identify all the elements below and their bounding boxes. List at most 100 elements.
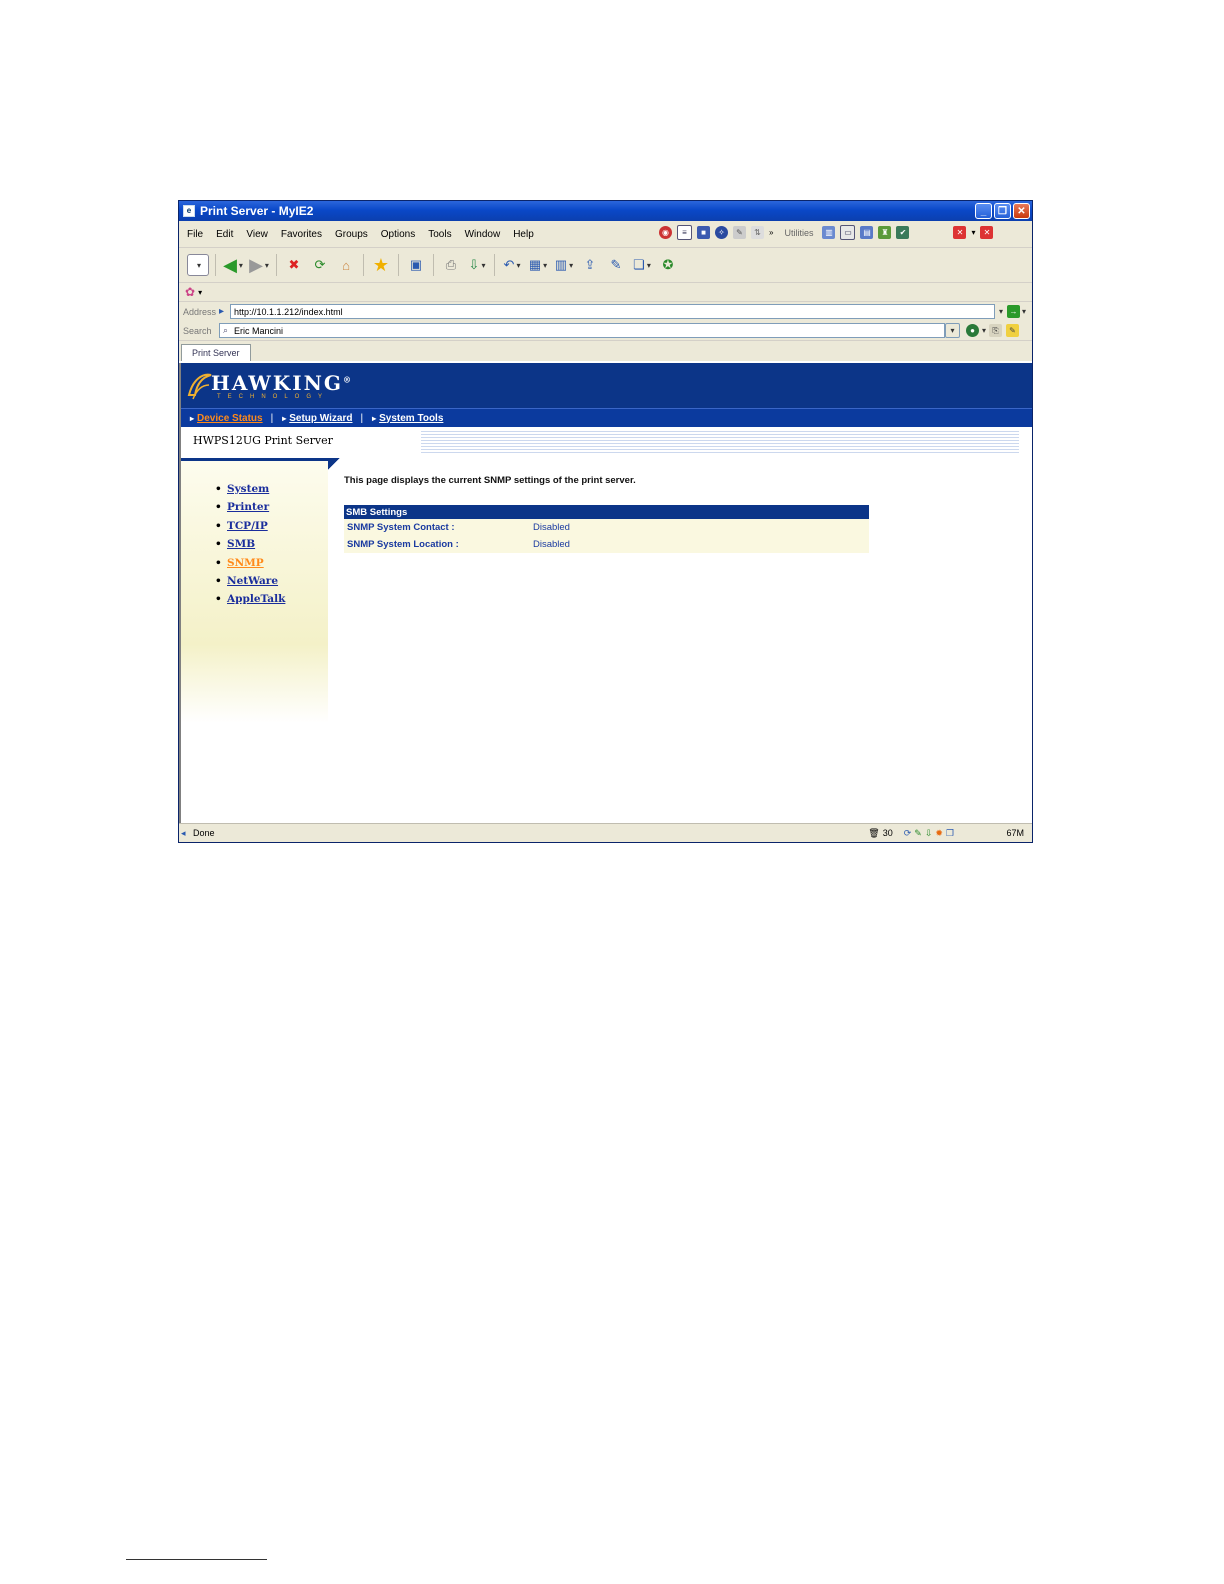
tab-strip: Print Server bbox=[179, 340, 1032, 361]
hawk-logo-icon bbox=[187, 373, 212, 400]
print-icon[interactable]: ⎙ bbox=[440, 254, 462, 276]
close-button[interactable]: ✕ bbox=[1013, 203, 1030, 219]
address-bar: Address ▸ http://10.1.1.212/index.html ▾… bbox=[179, 302, 1032, 321]
sidebar-item-netware[interactable]: NetWare bbox=[215, 575, 328, 593]
tab-print-server[interactable]: Print Server bbox=[181, 344, 251, 361]
stop-icon[interactable]: ✖ bbox=[283, 254, 305, 276]
memory-readout: 67M bbox=[1006, 828, 1024, 838]
nav-device-status[interactable]: Device Status bbox=[197, 413, 263, 424]
download-icon[interactable]: ⇩ bbox=[466, 254, 488, 276]
brush-icon[interactable]: ✎ bbox=[914, 828, 922, 839]
links-bar: ✿ ▾ bbox=[179, 283, 1032, 302]
menu-quick-icons: ◉ ≡ ■ ✧ ✎ ⇅ » Utilities ▥ ▭ ▤ ♜ ✔ ✕ ▾ ✕ bbox=[659, 225, 994, 240]
doc-status-icon[interactable]: ❐ bbox=[946, 828, 954, 839]
main-panel: This page displays the current SNMP sett… bbox=[344, 475, 874, 553]
document-icon[interactable]: ❏ bbox=[631, 254, 653, 276]
nav-setup-wizard[interactable]: Setup Wizard bbox=[289, 413, 352, 424]
brand-tagline: TECHNOLOGY bbox=[217, 394, 330, 400]
window-title: Print Server - MyIE2 bbox=[200, 204, 314, 218]
search-label: Search bbox=[183, 325, 212, 336]
close-all-icon[interactable]: ✕ bbox=[980, 226, 994, 239]
flower-icon[interactable]: ✿ bbox=[185, 285, 195, 299]
page-title: HWPS12UG Print Server bbox=[193, 434, 333, 447]
setting-value: Disabled bbox=[530, 519, 869, 536]
vase-icon[interactable]: ♜ bbox=[878, 226, 892, 239]
sidebar-item-printer[interactable]: Printer bbox=[215, 501, 328, 519]
go-icon[interactable]: ✪ bbox=[657, 254, 679, 276]
refresh-icon[interactable]: ⟳ bbox=[309, 254, 331, 276]
menu-window[interactable]: Window bbox=[465, 229, 501, 240]
sidebar-item-system[interactable]: System bbox=[215, 483, 328, 501]
address-dropdown-icon[interactable]: ▾ bbox=[999, 307, 1003, 316]
globe-icon[interactable]: ● bbox=[966, 324, 979, 337]
menu-tools[interactable]: Tools bbox=[428, 229, 451, 240]
back-icon[interactable]: ◀ bbox=[222, 254, 244, 276]
menu-file[interactable]: File bbox=[187, 229, 203, 240]
status-count: 30 bbox=[882, 828, 893, 838]
columns-icon[interactable]: ▥ bbox=[553, 254, 575, 276]
search-bar: Search ⌕ Eric Mancini ▾ ● ▾ ⎘ ✎ bbox=[179, 321, 1032, 340]
menu-groups[interactable]: Groups bbox=[335, 229, 368, 240]
address-input[interactable]: http://10.1.1.212/index.html bbox=[230, 304, 995, 319]
minimize-button[interactable]: _ bbox=[975, 203, 992, 219]
compass-icon[interactable]: ✧ bbox=[715, 226, 728, 239]
go-button[interactable]: → bbox=[1006, 305, 1020, 318]
page-header: HWPS12UG Print Server bbox=[181, 427, 1032, 457]
refresh-status-icon[interactable]: ⟳ bbox=[904, 828, 912, 839]
menu-view[interactable]: View bbox=[246, 229, 268, 240]
bookmark-icon[interactable]: ✔ bbox=[896, 226, 910, 239]
header-stripes bbox=[421, 429, 1019, 455]
tool-bar: ◀ ▶ ✖ ⟳ ⌂ ★ ▣ ⎙ ⇩ ↶ ▦ ▥ ⇪ ✎ ❏ ✪ bbox=[179, 248, 1032, 283]
upload-icon[interactable]: ⇪ bbox=[579, 254, 601, 276]
setting-key: SNMP System Location : bbox=[344, 536, 530, 553]
popup-blocker-icon[interactable]: ◉ bbox=[659, 226, 672, 239]
chevron-down-icon[interactable]: ▾ bbox=[982, 326, 986, 335]
sidebar-item-snmp[interactable]: SNMP bbox=[215, 557, 328, 575]
search-dropdown-icon[interactable]: ▾ bbox=[945, 323, 960, 338]
search-input[interactable]: ⌕ Eric Mancini bbox=[219, 323, 945, 338]
nav-system-tools[interactable]: System Tools bbox=[379, 413, 443, 424]
arrow-right-icon: ▸ bbox=[190, 413, 195, 423]
table-row: SNMP System Location : Disabled bbox=[344, 536, 869, 553]
wrench-icon[interactable]: ✎ bbox=[733, 226, 746, 239]
maximize-button[interactable]: ❐ bbox=[994, 203, 1011, 219]
more-icon[interactable]: » bbox=[769, 228, 773, 237]
trash-icon[interactable]: 🗑 bbox=[868, 828, 879, 839]
menu-help[interactable]: Help bbox=[513, 229, 534, 240]
page-icon[interactable]: ≡ bbox=[677, 225, 692, 240]
table-row: SNMP System Contact : Disabled bbox=[344, 519, 869, 536]
chevron-down-icon[interactable]: ▾ bbox=[971, 228, 975, 237]
page-search-icon[interactable]: ⎘ bbox=[989, 324, 1003, 337]
favorites-star-icon[interactable]: ★ bbox=[370, 254, 392, 276]
book-icon[interactable]: ▤ bbox=[860, 226, 874, 239]
close-tab-icon[interactable]: ✕ bbox=[953, 226, 967, 239]
sidebar-item-tcpip[interactable]: TCP/IP bbox=[215, 520, 328, 538]
arrows-icon[interactable]: ⇅ bbox=[751, 226, 764, 239]
utilities-label[interactable]: Utilities bbox=[784, 228, 813, 238]
layout-icon[interactable]: ▦ bbox=[527, 254, 549, 276]
sidebar-item-smb[interactable]: SMB bbox=[215, 538, 328, 556]
new-page-icon[interactable] bbox=[187, 254, 209, 276]
highlight-icon[interactable]: ✎ bbox=[1006, 324, 1020, 337]
footnote-rule bbox=[126, 1559, 267, 1560]
forward-icon[interactable]: ▶ bbox=[248, 254, 270, 276]
window-icon[interactable]: ▭ bbox=[840, 225, 856, 240]
menu-edit[interactable]: Edit bbox=[216, 229, 233, 240]
chevron-down-icon[interactable]: ▾ bbox=[1022, 307, 1026, 316]
sidebar-item-appletalk[interactable]: AppleTalk bbox=[215, 593, 328, 611]
title-bar: e Print Server - MyIE2 _ ❐ ✕ bbox=[179, 201, 1032, 221]
menu-bar: File Edit View Favorites Groups Options … bbox=[179, 221, 1032, 248]
gear-icon[interactable]: ✹ bbox=[935, 828, 943, 839]
home-icon[interactable]: ⌂ bbox=[335, 254, 357, 276]
chevron-down-icon[interactable]: ▾ bbox=[198, 288, 202, 297]
download-status-icon[interactable]: ⇩ bbox=[925, 828, 933, 839]
status-icons: 🗑 30 ⟳ ✎ ⇩ ✹ ❐ bbox=[868, 828, 954, 839]
hawking-banner: HAWKING® TECHNOLOGY bbox=[181, 363, 1032, 408]
window-icon-2[interactable]: ▣ bbox=[405, 254, 427, 276]
menu-favorites[interactable]: Favorites bbox=[281, 229, 322, 240]
edit-icon[interactable]: ✎ bbox=[605, 254, 627, 276]
script-icon[interactable]: ■ bbox=[697, 226, 710, 239]
menu-options[interactable]: Options bbox=[381, 229, 415, 240]
bin-icon[interactable]: ▥ bbox=[822, 226, 836, 239]
undo-icon[interactable]: ↶ bbox=[501, 254, 523, 276]
